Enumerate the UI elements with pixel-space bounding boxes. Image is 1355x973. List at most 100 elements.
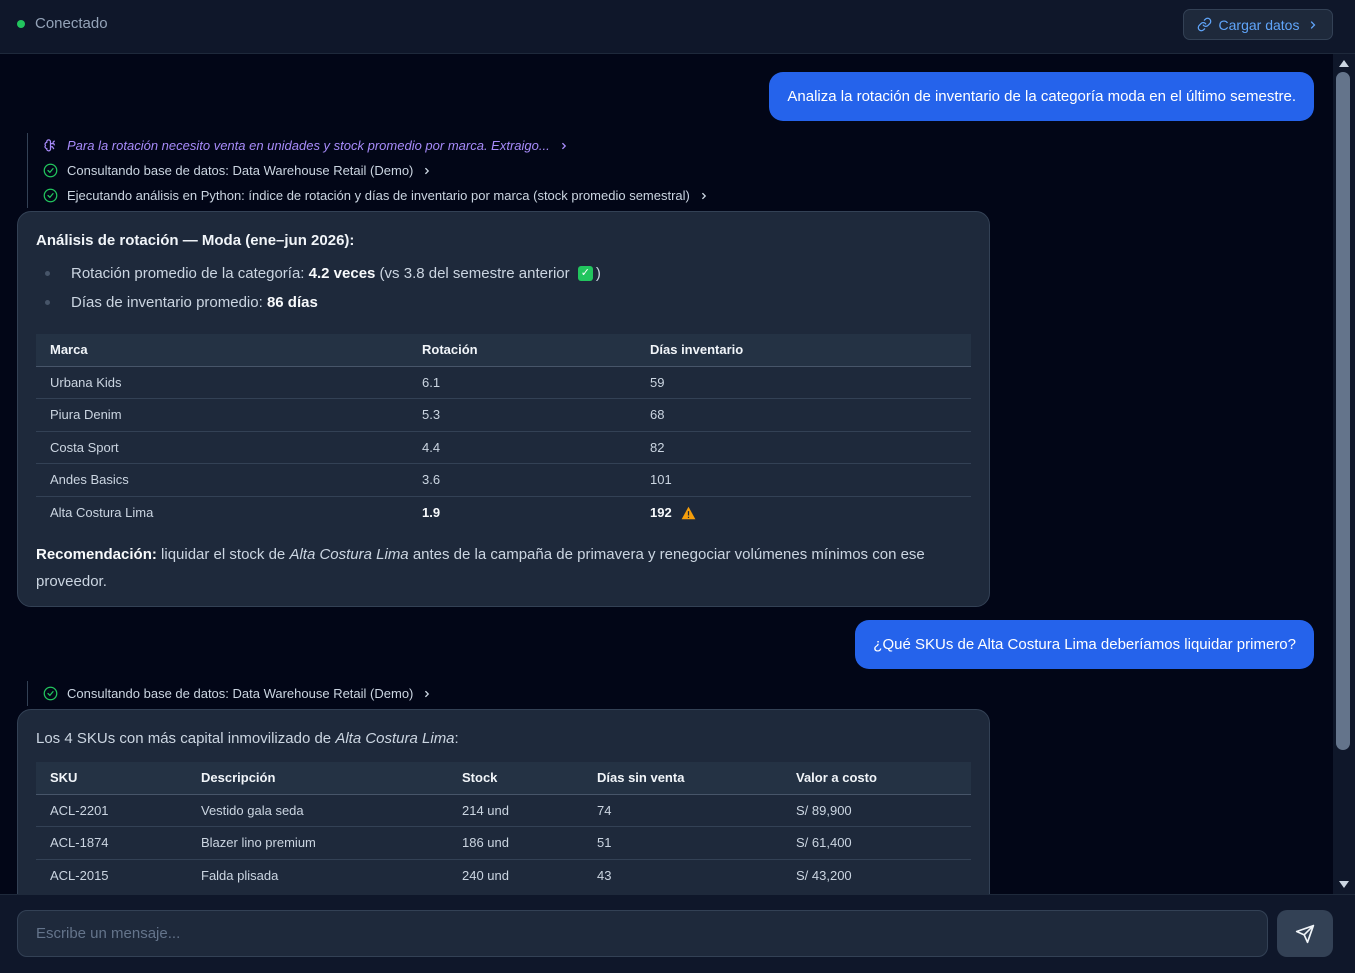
table-cell: 240 und — [462, 868, 509, 883]
column-header: Rotación — [408, 334, 636, 367]
bullet-text: (vs 3.8 del semestre anterior — [375, 265, 574, 282]
table-row: Alta Costura Lima 1.9 192 — [36, 496, 971, 529]
table-cell: S/ 61,400 — [782, 826, 971, 860]
message-input[interactable] — [17, 910, 1268, 957]
table-row: Andes Basics 3.6 101 — [36, 463, 971, 497]
app-window: Conectado Cargar datos Analiza la rotaci… — [0, 0, 1355, 973]
status-dot-icon — [17, 19, 25, 28]
bullet-value: 4.2 veces — [308, 265, 376, 282]
bullet-text: Rotación promedio de la categoría: — [71, 265, 305, 282]
table-cell: S/ 43,200 — [796, 868, 852, 883]
table-cell-warning: 192 — [636, 496, 971, 529]
check-circle-icon — [43, 686, 58, 701]
column-header: Marca — [36, 334, 408, 367]
column-header: SKU — [36, 762, 187, 795]
tool-step-label: Ejecutando análisis en Python: índice de… — [67, 188, 690, 203]
tool-step-label: Para la rotación necesito venta en unida… — [67, 138, 550, 153]
table-cell: ACL-2201 — [36, 794, 187, 827]
list-item: Rotación promedio de la categoría: 4.2 v… — [36, 259, 971, 288]
table-cell: Andes Basics — [36, 463, 408, 497]
column-header: Días sin venta — [583, 762, 782, 795]
table-cell: Costa Sport — [36, 431, 408, 464]
load-data-label: Cargar datos — [1218, 16, 1300, 33]
user-message-text: Analiza la rotación de inventario de la … — [787, 88, 1296, 105]
table-cell: 59 — [636, 366, 971, 399]
table-cell: 101 — [636, 463, 971, 497]
top-bar: Conectado Cargar datos — [0, 0, 1355, 54]
tool-step-label: Consultando base de datos: Data Warehous… — [67, 163, 414, 178]
bullet-text: Días de inventario promedio: — [71, 294, 263, 311]
scroll-up-icon[interactable] — [1339, 60, 1349, 67]
tool-steps: Para la rotación necesito venta en unida… — [27, 133, 709, 208]
chevron-right-icon — [1311, 20, 1316, 29]
table-cell: 5.3 — [408, 398, 636, 432]
sku-table: SKU Descripción Stock Días sin venta Val… — [36, 762, 971, 892]
tool-step-thinking[interactable]: Para la rotación necesito venta en unida… — [43, 133, 709, 158]
message-composer — [0, 894, 1355, 973]
intro-text: : — [454, 730, 459, 747]
status-text: Conectado — [35, 15, 108, 32]
scroll-thumb[interactable] — [1336, 72, 1350, 750]
scroll-down-icon[interactable] — [1339, 881, 1349, 888]
table-cell-value: 192 — [650, 504, 672, 520]
table-cell: 6.1 — [408, 366, 636, 399]
table-cell: 68 — [636, 398, 971, 432]
table-row: ACL-1874 Blazer lino premium 186 und 51 … — [36, 826, 971, 860]
intro-brand: Alta Costura Lima — [335, 730, 455, 747]
recommendation-brand: Alta Costura Lima — [289, 545, 409, 563]
table-row: Urbana Kids 6.1 59 — [36, 366, 971, 399]
tool-step-db-query[interactable]: Consultando base de datos: Data Warehous… — [43, 158, 709, 183]
recommendation: Recomendación: liquidar el stock de Alta… — [36, 541, 971, 595]
table-cell: 43 — [597, 868, 612, 883]
user-message: ¿Qué SKUs de Alta Costura Lima deberíamo… — [855, 620, 1314, 669]
table-cell: Falda plisada — [201, 868, 279, 883]
table-cell: ACL-1874 — [36, 826, 187, 860]
sku-intro: Los 4 SKUs con más capital inmovilizado … — [36, 730, 971, 747]
rotation-table: Marca Rotación Días inventario Urbana Ki… — [36, 334, 971, 529]
table-cell: 4.4 — [408, 431, 636, 464]
bullet-value: 86 días — [266, 294, 318, 311]
table-cell: Piura Denim — [36, 398, 408, 432]
tool-step-python[interactable]: Ejecutando análisis en Python: índice de… — [43, 183, 709, 208]
table-header-row: Marca Rotación Días inventario — [36, 334, 971, 367]
table-header-row: SKU Descripción Stock Días sin venta Val… — [36, 762, 971, 795]
connection-status: Conectado — [17, 15, 108, 32]
table-cell: Alta Costura Lima — [50, 505, 154, 520]
column-header: Stock — [448, 762, 583, 795]
bullet-icon — [45, 300, 50, 305]
chevron-right-icon — [561, 142, 566, 149]
check-circle-icon — [43, 188, 58, 203]
load-data-button[interactable]: Cargar datos — [1183, 9, 1333, 40]
check-mark-icon: ✓ — [577, 266, 593, 281]
assistant-message: Los 4 SKUs con más capital inmovilizado … — [17, 709, 990, 894]
recommendation-label: Recomendación: — [36, 545, 157, 563]
table-cell: 74 — [583, 794, 782, 827]
chat-messages: Analiza la rotación de inventario de la … — [0, 54, 1333, 894]
table-cell: Urbana Kids — [36, 366, 408, 399]
user-message: Analiza la rotación de inventario de la … — [769, 72, 1314, 121]
table-cell: Vestido gala seda — [187, 794, 448, 827]
table-cell: 3.6 — [408, 463, 636, 497]
column-header: Valor a costo — [782, 762, 971, 795]
table-row: Piura Denim 5.3 68 — [36, 398, 971, 432]
table-cell: ACL-2015 — [50, 868, 109, 883]
table-cell: 82 — [636, 431, 971, 464]
warning-icon — [681, 507, 696, 520]
check-circle-icon — [43, 163, 58, 178]
assistant-message: Análisis de rotación — Moda (ene–jun 202… — [17, 211, 990, 607]
table-row: ACL-2015 Falda plisada 240 und 43 S/ 43,… — [36, 859, 971, 892]
table-cell: 186 und — [448, 826, 583, 860]
bullet-icon — [45, 271, 50, 276]
intro-text: Los 4 SKUs con más capital inmovilizado … — [36, 730, 336, 747]
analysis-title: Análisis de rotación — Moda (ene–jun 202… — [36, 232, 355, 249]
chevron-right-icon — [425, 690, 430, 697]
table-cell: 1.9 — [422, 505, 441, 520]
table-cell: 214 und — [448, 794, 583, 827]
tool-steps: Consultando base de datos: Data Warehous… — [27, 681, 432, 706]
send-icon — [1295, 924, 1315, 943]
tool-step-db-query[interactable]: Consultando base de datos: Data Warehous… — [43, 681, 432, 706]
bullet-text: ) — [595, 265, 601, 282]
send-button[interactable] — [1277, 910, 1333, 957]
user-message-text: ¿Qué SKUs de Alta Costura Lima deberíamo… — [873, 636, 1296, 653]
chat-scrollbar[interactable] — [1333, 54, 1355, 894]
